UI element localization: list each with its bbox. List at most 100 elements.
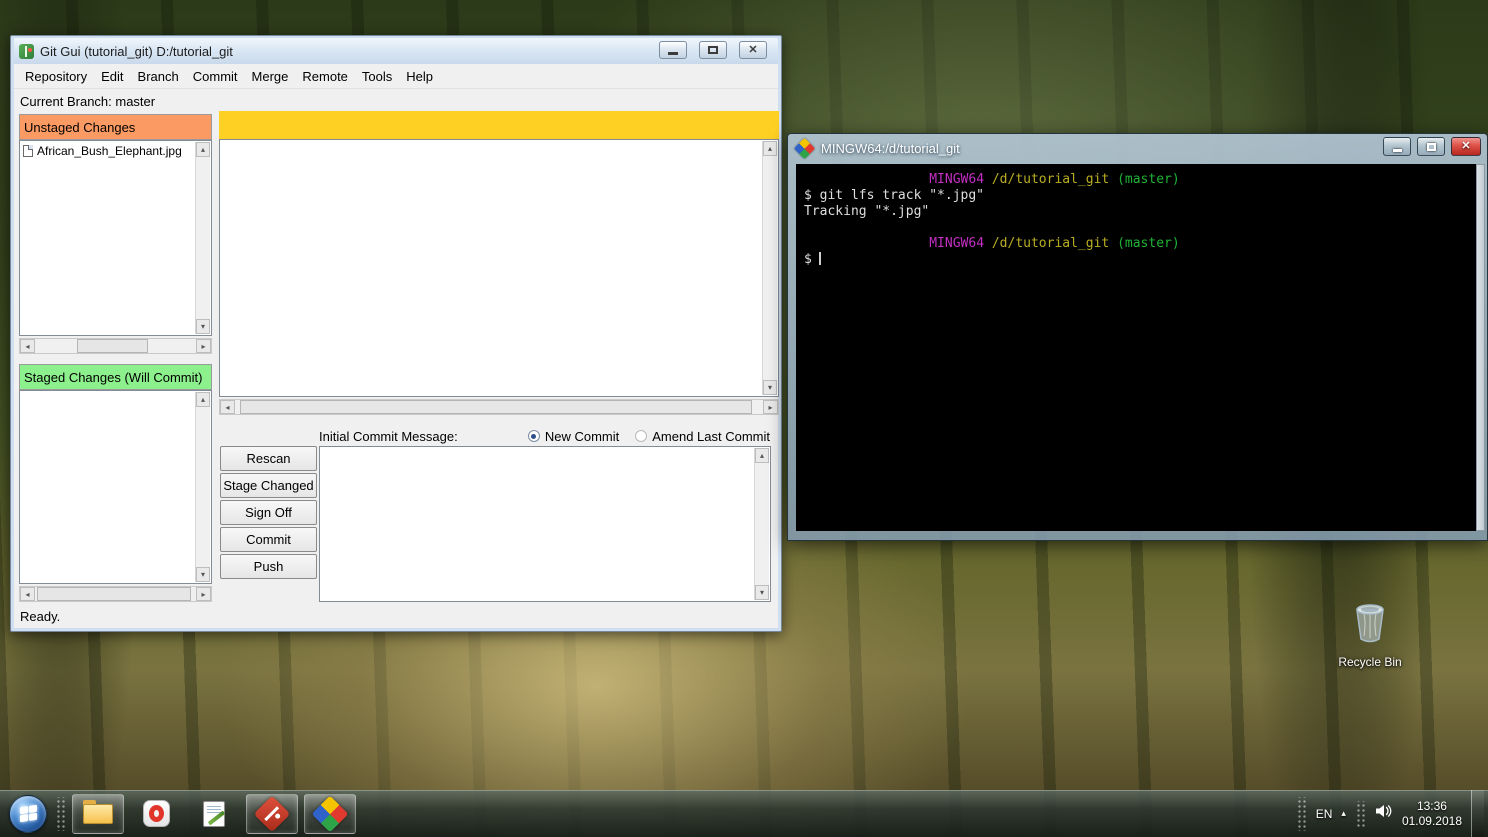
unstaged-file-name: African_Bush_Elephant.jpg bbox=[37, 144, 182, 158]
scroll-right-icon[interactable]: ▸ bbox=[196, 339, 211, 353]
unstaged-vscrollbar[interactable]: ▴ ▾ bbox=[195, 142, 210, 334]
staged-hscrollbar[interactable]: ◂ ▸ bbox=[19, 586, 212, 602]
terminal-scrollbar[interactable] bbox=[1476, 164, 1485, 531]
scroll-down-icon[interactable]: ▾ bbox=[763, 380, 777, 395]
prompt-path: /d/tutorial_git bbox=[991, 236, 1110, 251]
commit-message-vscrollbar[interactable]: ▴ ▾ bbox=[754, 448, 769, 600]
menu-branch[interactable]: Branch bbox=[131, 66, 186, 87]
terminal-prompt-line: MINGW64/d/tutorial_git (master) bbox=[804, 236, 1470, 252]
opera-icon bbox=[142, 800, 170, 827]
git-gui-window-title: Git Gui (tutorial_git) D:/tutorial_git bbox=[40, 43, 233, 59]
terminal-prompt-line: MINGW64/d/tutorial_git (master) bbox=[804, 172, 1470, 188]
scroll-right-icon[interactable]: ▸ bbox=[196, 587, 211, 601]
terminal-close-button[interactable]: ✕ bbox=[1451, 137, 1481, 156]
start-button[interactable] bbox=[9, 794, 47, 833]
show-desktop-button[interactable] bbox=[1471, 790, 1484, 837]
recycle-bin-icon bbox=[1344, 604, 1396, 652]
scroll-left-icon[interactable]: ◂ bbox=[20, 587, 35, 601]
terminal-window-title: MINGW64:/d/tutorial_git bbox=[821, 141, 960, 156]
prompt-path: /d/tutorial_git bbox=[991, 172, 1110, 187]
staged-file-list[interactable]: ▴ ▾ bbox=[19, 390, 212, 584]
commit-button[interactable]: Commit bbox=[220, 527, 317, 552]
sign-off-button[interactable]: Sign Off bbox=[220, 500, 317, 525]
menu-help[interactable]: Help bbox=[399, 66, 440, 87]
menu-remote[interactable]: Remote bbox=[295, 66, 355, 87]
recycle-bin-label: Recycle Bin bbox=[1338, 655, 1402, 669]
staged-vscrollbar[interactable]: ▴ ▾ bbox=[195, 392, 210, 582]
git-gui-close-button[interactable]: ✕ bbox=[739, 41, 767, 59]
menu-merge[interactable]: Merge bbox=[245, 66, 296, 87]
terminal-minimize-button[interactable] bbox=[1383, 137, 1411, 156]
terminal-input-line[interactable]: $ bbox=[804, 252, 1470, 268]
scroll-thumb[interactable] bbox=[36, 587, 192, 601]
taskbar-opera-button[interactable] bbox=[130, 794, 182, 834]
scroll-up-icon[interactable]: ▴ bbox=[763, 141, 777, 156]
minimize-icon bbox=[668, 52, 678, 55]
scroll-up-icon[interactable]: ▴ bbox=[196, 142, 210, 157]
language-indicator[interactable]: EN bbox=[1316, 807, 1333, 821]
volume-icon[interactable] bbox=[1375, 803, 1393, 824]
commit-message-label: Initial Commit Message: bbox=[319, 428, 458, 444]
scroll-track[interactable] bbox=[35, 587, 196, 601]
recycle-bin[interactable]: Recycle Bin bbox=[1322, 596, 1418, 669]
show-hidden-icons-button[interactable]: ▴ bbox=[1341, 808, 1346, 819]
scroll-track[interactable] bbox=[235, 400, 763, 414]
scroll-thumb[interactable] bbox=[76, 339, 148, 353]
taskbar-grip bbox=[55, 796, 66, 831]
terminal-output[interactable]: MINGW64/d/tutorial_git (master) $ git lfs… bbox=[796, 164, 1478, 531]
scroll-thumb[interactable] bbox=[240, 400, 753, 414]
msys-windmill-icon bbox=[793, 137, 816, 160]
unstaged-file-row[interactable]: African_Bush_Elephant.jpg bbox=[20, 141, 211, 161]
radio-selected-icon bbox=[527, 430, 540, 442]
menu-commit[interactable]: Commit bbox=[186, 66, 245, 87]
scroll-up-icon[interactable]: ▴ bbox=[755, 448, 769, 463]
terminal-maximize-button[interactable] bbox=[1417, 137, 1445, 156]
unstaged-hscrollbar[interactable]: ◂ ▸ bbox=[19, 338, 212, 354]
system-tray: EN ▴ 13:36 01.09.2018 bbox=[1295, 790, 1488, 837]
close-icon: ✕ bbox=[748, 43, 758, 56]
new-commit-radio[interactable]: New Commit bbox=[527, 429, 619, 444]
taskbar-git-gui-button[interactable] bbox=[246, 793, 298, 834]
diff-hscrollbar[interactable]: ◂ ▸ bbox=[219, 399, 779, 415]
windows-flag-icon bbox=[19, 804, 37, 823]
taskbar-editor-button[interactable] bbox=[188, 794, 240, 834]
scroll-right-icon[interactable]: ▸ bbox=[763, 400, 778, 414]
tray-grip bbox=[1295, 796, 1307, 831]
git-gui-window: Git Gui (tutorial_git) D:/tutorial_git ✕… bbox=[10, 35, 782, 632]
menu-repository[interactable]: Repository bbox=[18, 66, 94, 87]
taskbar-explorer-button[interactable] bbox=[72, 793, 124, 834]
scroll-down-icon[interactable]: ▾ bbox=[196, 319, 210, 334]
msys-windmill-icon bbox=[311, 795, 349, 832]
terminal-output-line: Tracking "*.jpg" bbox=[804, 204, 930, 219]
prompt-branch: (master) bbox=[1117, 236, 1180, 251]
scroll-down-icon[interactable]: ▾ bbox=[755, 585, 769, 600]
diff-vscrollbar[interactable]: ▴ ▾ bbox=[762, 141, 777, 395]
scroll-down-icon[interactable]: ▾ bbox=[196, 567, 210, 582]
amend-last-commit-radio[interactable]: Amend Last Commit bbox=[635, 429, 770, 444]
commit-message-input[interactable]: ▴ ▾ bbox=[319, 446, 771, 602]
close-icon: ✕ bbox=[1461, 140, 1471, 152]
scroll-up-icon[interactable]: ▴ bbox=[196, 392, 210, 407]
taskbar-clock[interactable]: 13:36 01.09.2018 bbox=[1402, 799, 1462, 829]
menu-edit[interactable]: Edit bbox=[94, 66, 130, 87]
stage-changed-button[interactable]: Stage Changed bbox=[220, 473, 317, 498]
radio-unselected-icon bbox=[635, 430, 648, 442]
taskbar-mingw-terminal-button[interactable] bbox=[304, 793, 356, 834]
prompt-branch: (master) bbox=[1117, 172, 1180, 187]
rescan-button[interactable]: Rescan bbox=[220, 446, 317, 471]
terminal-command-line: $ git lfs track "*.jpg" bbox=[804, 188, 985, 203]
menu-tools[interactable]: Tools bbox=[355, 66, 399, 87]
scroll-left-icon[interactable]: ◂ bbox=[20, 339, 35, 353]
unstaged-changes-header: Unstaged Changes bbox=[19, 114, 212, 140]
diff-view[interactable]: ▴ ▾ bbox=[219, 139, 779, 397]
maximize-icon bbox=[708, 46, 718, 54]
unstaged-file-list[interactable]: African_Bush_Elephant.jpg ▴ ▾ bbox=[19, 140, 212, 336]
scroll-left-icon[interactable]: ◂ bbox=[220, 400, 235, 414]
git-gui-maximize-button[interactable] bbox=[699, 41, 727, 59]
file-icon bbox=[23, 145, 33, 157]
git-icon bbox=[253, 795, 291, 832]
git-gui-minimize-button[interactable] bbox=[659, 41, 687, 59]
scroll-track[interactable] bbox=[35, 339, 196, 353]
push-button[interactable]: Push bbox=[220, 554, 317, 579]
